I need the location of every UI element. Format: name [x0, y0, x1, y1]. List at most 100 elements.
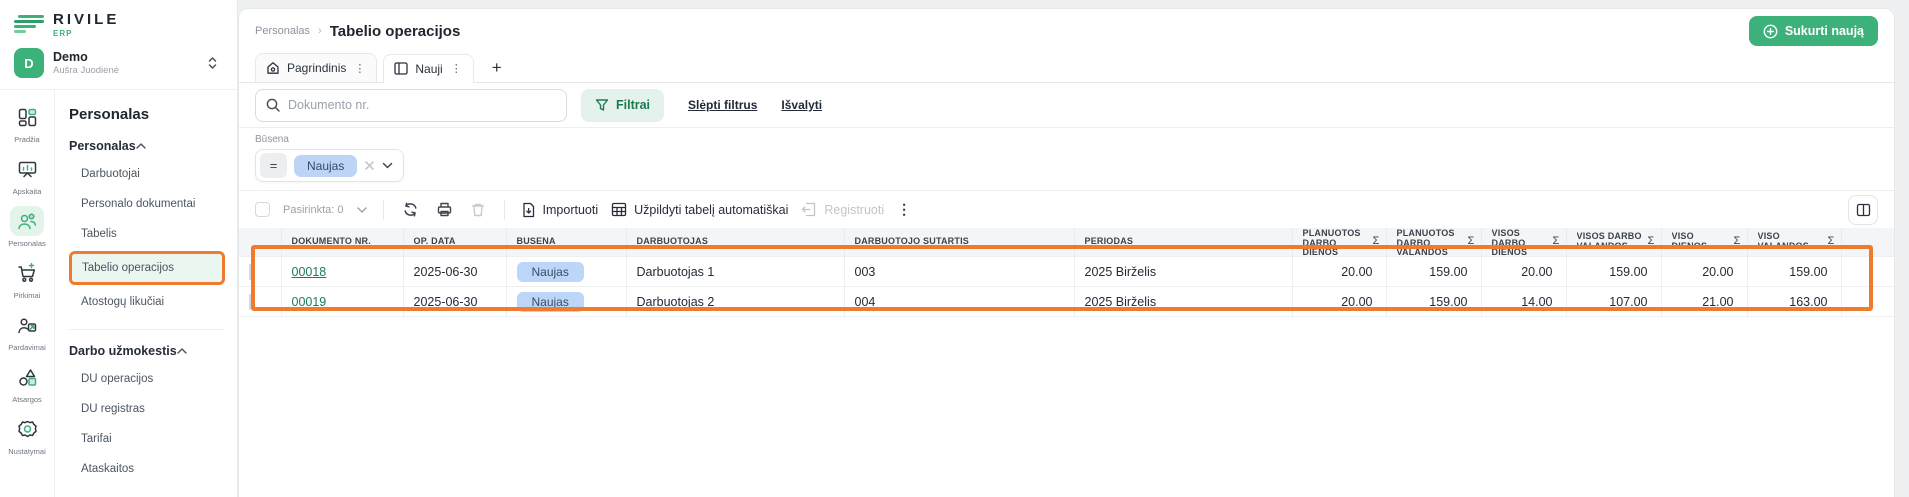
chevron-down-icon[interactable] — [382, 162, 393, 169]
sum-icon[interactable]: Σ — [1553, 236, 1560, 248]
sidebar-item-darbuotojai[interactable]: Darbuotojai — [69, 159, 225, 189]
breadcrumb-parent[interactable]: Personalas — [255, 25, 310, 37]
rivile-logo[interactable]: RIVILE ERP — [14, 12, 223, 38]
sidebar-item-personalo-dokumentai[interactable]: Personalo dokumentai — [69, 189, 225, 219]
column-header-label: OP. DATA — [414, 237, 456, 247]
gear-icon — [17, 419, 38, 440]
column-header-periodas[interactable]: PERIODAS — [1074, 228, 1292, 257]
kebab-menu-icon[interactable]: ⋮ — [450, 62, 463, 75]
sidebar-section-personalas[interactable]: Personalas — [69, 139, 225, 153]
chevron-up-icon — [136, 143, 152, 149]
sum-icon[interactable]: Σ — [1734, 236, 1741, 248]
sidebar-item-du-registras[interactable]: DU registras — [69, 394, 225, 424]
table-cell: 159.00 — [1747, 257, 1841, 287]
nav-rail-label: Nustatymai — [8, 447, 46, 456]
table-cell: 107.00 — [1566, 287, 1661, 317]
kebab-menu-icon[interactable]: ⋮ — [897, 201, 911, 218]
table-grid-icon — [611, 202, 627, 217]
table-cell: Darbuotojas 1 — [626, 257, 844, 287]
column-header-empty — [239, 228, 281, 257]
column-header-busena[interactable]: BŪSENA — [506, 228, 626, 257]
document-link[interactable]: 00019 — [292, 295, 327, 309]
sidebar-section-darbo-uzmokestis[interactable]: Darbo užmokestis — [69, 344, 225, 358]
table-cell: 00019 — [281, 287, 403, 317]
sidebar-item-tabelis[interactable]: Tabelis — [69, 219, 225, 249]
chevron-updown-icon — [208, 56, 217, 70]
row-checkbox[interactable] — [249, 294, 251, 310]
nav-rail-item-nustatymai[interactable]: Nustatymai — [1, 414, 53, 456]
nav-rail-item-pardavimai[interactable]: Pardavimai — [1, 310, 53, 352]
nav-rail-item-atsargos[interactable]: Atsargos — [1, 362, 53, 404]
select-all-checkbox[interactable] — [255, 202, 270, 217]
table-cell: 163.00 — [1747, 287, 1841, 317]
refresh-button[interactable] — [400, 199, 421, 220]
sidebar-item-atostogu-likuciai[interactable]: Atostogų likučiai — [69, 287, 225, 317]
sum-icon[interactable]: Σ — [1468, 236, 1475, 248]
tab-pagrindinis[interactable]: Pagrindinis ⋮ — [255, 53, 377, 82]
column-header-viso-valandos[interactable]: VISO VALANDOSΣ — [1747, 228, 1841, 257]
nav-rail-item-personalas[interactable]: Personalas — [1, 206, 53, 248]
column-header-label: PERIODAS — [1085, 237, 1134, 247]
sidebar-item-ataskaitos[interactable]: Ataskaitos — [69, 454, 225, 484]
main-header: Personalas › Tabelio operacijos Sukurti … — [239, 9, 1894, 53]
sidebar-item-du-operacijos[interactable]: DU operacijos — [69, 364, 225, 394]
chip-remove-icon[interactable] — [364, 160, 375, 171]
column-header-visos-darbo-valandos[interactable]: VISOS DARBO VALANDOSΣ — [1566, 228, 1661, 257]
column-header-op-data[interactable]: OP. DATA — [403, 228, 506, 257]
table-toolbar: Pasirinkta: 0 Importuoti — [239, 191, 1894, 228]
column-header-visos-darbo-dienos[interactable]: VISOS DARBO DIENOS Σ — [1481, 228, 1566, 257]
sidebar-item-tabelio-operacijos[interactable]: Tabelio operacijos — [72, 254, 222, 282]
dashboard-icon — [17, 107, 38, 128]
table-cell: 2025-06-30 — [403, 257, 506, 287]
column-header-label: VISOS DARBO DIENOS — [1492, 229, 1549, 255]
sidebar-item-tarifai[interactable]: Tarifai — [69, 424, 225, 454]
sidebar-menu: Personalas PersonalasDarbuotojaiPersonal… — [55, 90, 237, 497]
kebab-menu-icon[interactable]: ⋮ — [353, 62, 366, 75]
sum-icon[interactable]: Σ — [1828, 236, 1835, 248]
column-header-planuotos-darbo-dienos[interactable]: PLANUOTOS DARBO DIENOSΣ — [1292, 228, 1386, 257]
create-new-button[interactable]: Sukurti naują — [1749, 16, 1878, 46]
column-header-empty — [1841, 228, 1894, 257]
table-cell — [1841, 287, 1894, 317]
column-header-label: BŪSENA — [517, 237, 556, 247]
nav-rail-item-pirkimai[interactable]: Pirkimai — [1, 258, 53, 300]
nav-rail-item-pradzia[interactable]: Pradžia — [1, 102, 53, 144]
nav-rail-label: Pradžia — [14, 135, 39, 144]
sum-icon[interactable]: Σ — [1648, 236, 1655, 248]
tab-nauji[interactable]: Nauji⋮ — [383, 54, 473, 83]
print-button[interactable] — [434, 199, 455, 220]
column-header-dokumento-nr[interactable]: DOKUMENTO NR. — [281, 228, 403, 257]
autofill-timesheet-button[interactable]: Užpildyti tabelį automatiškai — [611, 202, 788, 217]
chevron-down-icon[interactable] — [357, 207, 367, 213]
document-link[interactable]: 00018 — [292, 265, 327, 279]
tab-label: Pagrindinis — [287, 61, 346, 75]
clear-filters-link[interactable]: Išvalyti — [781, 98, 822, 112]
table-cell: 2025 Birželis — [1074, 257, 1292, 287]
import-button[interactable]: Importuoti — [521, 202, 599, 218]
nav-rail-item-apskaita[interactable]: Apskaita — [1, 154, 53, 196]
table-cell: 20.00 — [1661, 257, 1747, 287]
filters-button[interactable]: Filtrai — [581, 89, 664, 122]
operator-equals-button[interactable]: = — [260, 153, 287, 178]
status-filter-control[interactable]: = Naujas — [255, 149, 404, 182]
column-header-darbuotojo-sutartis[interactable]: DARBUOTOJO SUTARTIS — [844, 228, 1074, 257]
sum-icon[interactable]: Σ — [1373, 236, 1380, 248]
sidebar-section-label: Darbo užmokestis — [69, 344, 177, 358]
row-checkbox[interactable] — [249, 264, 251, 280]
search-input[interactable] — [255, 89, 567, 122]
hide-filters-link[interactable]: Slėpti filtrus — [688, 98, 757, 112]
operations-table: DOKUMENTO NR. OP. DATA BŪSENA DARBUOTOJASDA… — [239, 228, 1894, 317]
column-header-darbuotojas[interactable]: DARBUOTOJAS — [626, 228, 844, 257]
status-filter-label: Būsena — [255, 134, 1878, 145]
account-switcher[interactable]: D Demo Aušra Juodienė — [14, 48, 223, 78]
column-header-viso-dienos[interactable]: VISO DIENOS Σ — [1661, 228, 1747, 257]
divider — [504, 200, 505, 220]
sidebar-section-label: Personalas — [69, 139, 136, 153]
divider — [69, 329, 225, 330]
add-tab-button[interactable]: + — [480, 53, 514, 82]
create-new-label: Sukurti naują — [1785, 24, 1864, 38]
column-settings-button[interactable] — [1848, 195, 1878, 225]
register-button-label: Registruoti — [824, 203, 884, 217]
column-header-planuotos-darbo-valandos[interactable]: PLANUOTOS DARBO VALANDOSΣ — [1386, 228, 1481, 257]
column-header-label: VISO DIENOS — [1672, 232, 1730, 251]
